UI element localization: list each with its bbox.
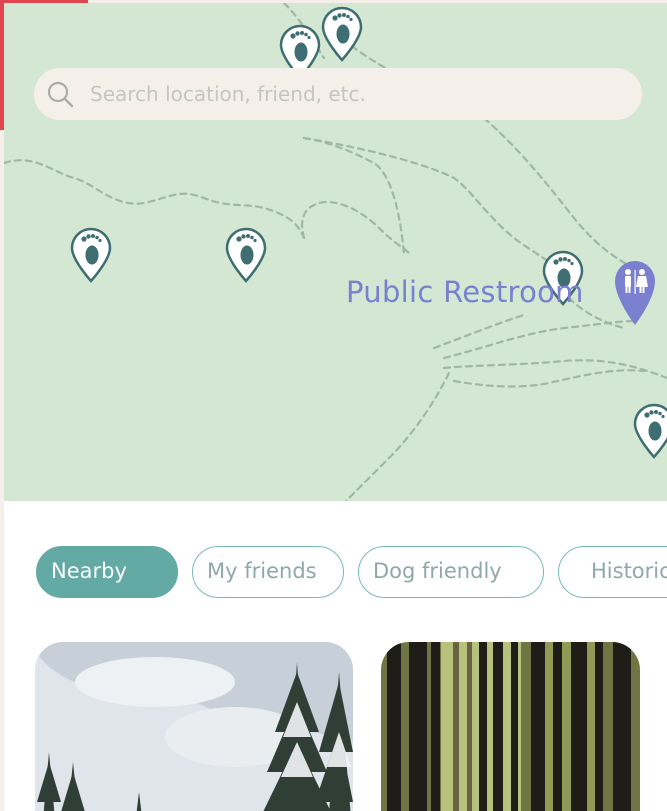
poi-label[interactable]: Public Restroom [346, 275, 584, 309]
search-icon [47, 81, 74, 108]
restroom-icon[interactable] [612, 259, 658, 327]
app-screen: Public Restroom Nearby My friends Dog fr… [4, 3, 667, 811]
trail-card[interactable] [381, 642, 640, 811]
search-input[interactable] [90, 68, 630, 120]
chip-nearby[interactable]: Nearby [36, 546, 178, 598]
trail-map[interactable]: Public Restroom [4, 3, 667, 501]
chip-my-friends[interactable]: My friends [192, 546, 344, 598]
chip-dog-friendly[interactable]: Dog friendly [358, 546, 544, 598]
footprint-pin-icon[interactable] [222, 224, 270, 284]
search-bar[interactable] [34, 68, 642, 120]
footprint-pin-icon[interactable] [318, 3, 366, 63]
trail-card[interactable] [35, 642, 353, 811]
footprint-pin-icon[interactable] [630, 400, 667, 460]
filter-chips: Nearby My friends Dog friendly Historic [36, 546, 667, 598]
snowy-pine-trees-photo [35, 642, 353, 811]
footprint-pin-icon[interactable] [67, 224, 115, 284]
chip-historic[interactable]: Historic [558, 546, 667, 598]
forest-trunks-photo [381, 642, 640, 811]
